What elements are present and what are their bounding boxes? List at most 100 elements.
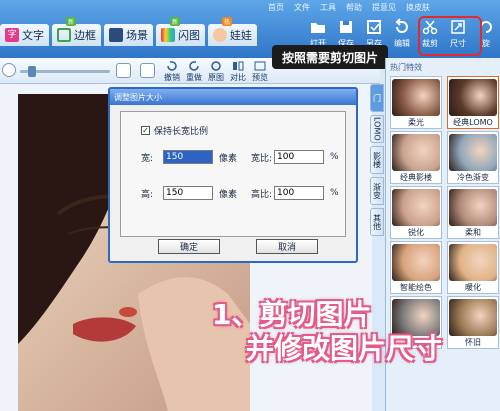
doll-icon (213, 28, 227, 42)
effect-label: 柔光 (408, 118, 424, 127)
effects-panel-header: 热门特效 (390, 63, 422, 72)
width-ratio-unit: % (330, 152, 339, 162)
tab-scene[interactable]: 场景 (104, 24, 153, 46)
effect-thumbnail[interactable]: 暖化 (447, 241, 499, 294)
save-as-icon (367, 20, 381, 34)
menu-tools[interactable]: 工具 (320, 2, 336, 13)
width-ratio-label: 宽比: (251, 153, 273, 164)
undo-button[interactable]: 撤销 (164, 60, 180, 83)
tab-label: 边框 (74, 29, 96, 42)
effect-thumbnail[interactable]: 智能绘色 (390, 241, 442, 294)
save-icon (340, 21, 352, 33)
effect-preview-image (449, 189, 497, 226)
redo-icon (189, 61, 199, 71)
edit-tools: 撤销 重做 原图 对比 预览 (164, 60, 268, 83)
hot-badge: 热 (222, 17, 233, 26)
tab-frame[interactable]: 新 边框 (52, 17, 101, 46)
original-icon (211, 61, 221, 71)
width-input[interactable] (163, 150, 213, 164)
tab-gradient[interactable]: 渐变 (370, 177, 384, 205)
instruction-overlay: 1、剪切图片 并修改图片尺寸 (212, 298, 500, 366)
height-ratio-row: 高比: % (251, 186, 339, 200)
menu-bar: 首页 文件 工具 帮助 提意见 换皮肤 (268, 2, 430, 13)
effect-label: 柔和 (465, 228, 481, 237)
width-unit: 像素 (219, 153, 238, 164)
effect-preview-image (449, 134, 497, 171)
keep-ratio-checkbox[interactable]: ✓ 保持长宽比例 (141, 124, 208, 137)
tab-studio[interactable]: 影楼 (370, 146, 384, 174)
effect-label: 经典影楼 (400, 173, 432, 182)
effect-preview-image (392, 244, 440, 281)
height-input[interactable] (163, 186, 213, 200)
effect-thumbnail[interactable]: 锐化 (390, 186, 442, 239)
checkmark-icon: ✓ (141, 126, 150, 135)
tab-popular[interactable]: 门 (370, 84, 384, 112)
zoom-icon[interactable] (2, 63, 16, 77)
redo-button[interactable]: 重做 (186, 60, 202, 83)
tab-label: 娃娃 (230, 29, 252, 42)
menu-skin[interactable]: 换皮肤 (406, 2, 430, 13)
dialog-title: 调整图片大小 (110, 89, 356, 105)
effect-label: 锐化 (408, 228, 424, 237)
effect-thumbnail[interactable]: 冷色渐变 (447, 131, 499, 184)
tab-label: 闪图 (178, 29, 200, 42)
undo-icon (167, 61, 177, 71)
compare-icon (233, 61, 244, 71)
effect-thumbnail[interactable]: 经典LOMO (447, 76, 499, 129)
height-ratio-input[interactable] (274, 186, 325, 200)
menu-home[interactable]: 首页 (268, 2, 284, 13)
tab-other[interactable]: 其他 (370, 208, 384, 236)
effect-category-tabs: 门 LOMO 影楼 渐变 其他 (370, 84, 385, 314)
frame-icon (57, 28, 71, 42)
effect-label: 智能绘色 (400, 283, 432, 292)
effect-label: 冷色渐变 (457, 173, 489, 182)
open-folder-icon (311, 23, 325, 33)
tab-lomo[interactable]: LOMO (370, 115, 384, 143)
cancel-button[interactable]: 取消 (256, 239, 318, 254)
ok-button[interactable]: 确定 (158, 239, 220, 254)
effect-label: 经典LOMO (453, 118, 493, 127)
width-ratio-row: 宽比: % (251, 150, 339, 164)
preview-icon (254, 61, 266, 71)
menu-feedback[interactable]: 提意见 (372, 2, 396, 13)
zoom-slider-handle[interactable] (28, 66, 36, 77)
fit-window-button[interactable] (116, 63, 131, 78)
feature-tabs: 字 文字 新 边框 场景 新 闪图 热 娃娃 (0, 17, 257, 46)
preview-button[interactable]: 预览 (252, 60, 268, 83)
text-icon: 字 (5, 28, 19, 42)
effect-thumbnail[interactable]: 柔和 (447, 186, 499, 239)
tab-doll[interactable]: 热 娃娃 (208, 17, 257, 46)
tab-flash[interactable]: 新 闪图 (156, 17, 205, 46)
original-button[interactable]: 原图 (208, 60, 224, 83)
instruction-line-2: 并修改图片尺寸 (246, 332, 443, 365)
effect-thumbnail[interactable]: 柔光 (390, 76, 442, 129)
effect-preview-image (392, 189, 440, 226)
top-bar: 首页 文件 工具 帮助 提意见 换皮肤 字 文字 新 边框 场景 新 闪图 热 … (0, 0, 500, 58)
height-ratio-unit: % (330, 188, 339, 198)
crop-instruction-callout: 按照需要剪切图片 (272, 45, 389, 69)
zoom-slider[interactable] (20, 66, 110, 77)
width-row: 宽: 像素 (141, 150, 237, 164)
effect-label: 暖化 (465, 283, 481, 292)
effect-thumbnail[interactable]: 经典影楼 (390, 131, 442, 184)
width-ratio-input[interactable] (274, 150, 325, 164)
height-row: 高: 像素 (141, 186, 237, 200)
tab-label: 文字 (22, 29, 44, 42)
actual-size-button[interactable] (140, 63, 155, 78)
scene-icon (109, 28, 123, 42)
tab-text[interactable]: 字 文字 (0, 24, 49, 46)
effect-preview-image (392, 134, 440, 171)
menu-help[interactable]: 帮助 (346, 2, 362, 13)
new-badge: 新 (66, 17, 77, 26)
effect-preview-image (449, 79, 497, 116)
new-badge: 新 (170, 17, 181, 26)
compare-button[interactable]: 对比 (230, 60, 246, 83)
effect-preview-image (449, 244, 497, 281)
edit-button[interactable]: 编辑 (388, 18, 416, 54)
undo-icon (395, 18, 408, 33)
instruction-line-1: 1、剪切图片 (212, 298, 372, 331)
width-label: 宽: (141, 153, 154, 164)
height-label: 高: (141, 189, 154, 200)
menu-file[interactable]: 文件 (294, 2, 310, 13)
keep-ratio-label: 保持长宽比例 (154, 127, 209, 137)
